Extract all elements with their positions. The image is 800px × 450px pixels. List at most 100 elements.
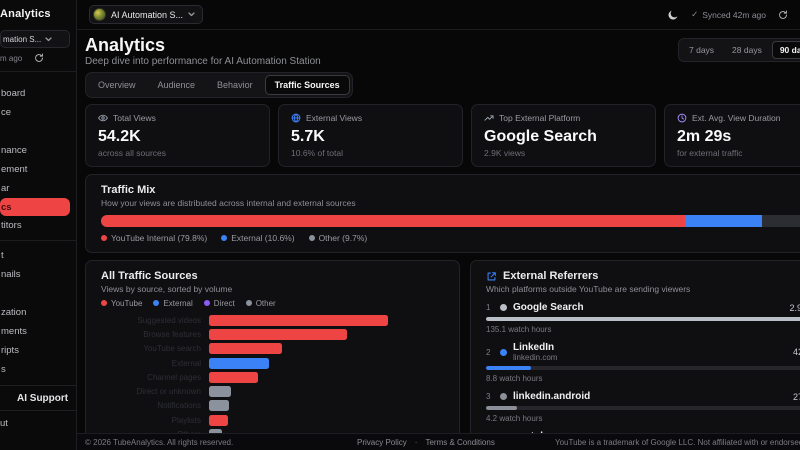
chart-bar[interactable] [209,400,229,412]
sidebar-item[interactable]: s [0,360,76,379]
stat-card: External Views 5.7K 10.6% of total [278,104,463,167]
chart-bar[interactable] [209,343,282,355]
sidebar-item[interactable]: ments [0,322,76,341]
legend-dot [101,235,107,241]
chart-row: Playlists [101,413,444,427]
all-traffic-sources-card: All Traffic Sources Views by source, sor… [85,260,460,450]
sidebar-sync-status: m ago [0,53,76,63]
date-range-button[interactable]: 7 days [681,41,722,59]
chart-bar[interactable] [209,386,231,398]
sidebar-bottom-item[interactable]: ut [0,413,76,433]
legend-dot [203,300,210,306]
legend-item: Direct [203,299,235,308]
chart-bar-label: Browse features [143,329,201,339]
referrer-row[interactable]: 3 linkedin.android 273 views 4.2 watch hour… [486,391,800,423]
dark-mode-toggle-moon-icon[interactable] [667,9,679,21]
app-logo: Analytics [0,8,51,20]
referrer-name-box: LinkedIn linkedin.com [513,342,557,362]
stat-card: Total Views 54.2K across all sources [85,104,270,167]
referrer-progress-fill [486,406,518,410]
traffic-mix-card: Traffic Mix How your views are distribut… [85,174,800,253]
referrer-row[interactable]: 2 LinkedInlinkedin.com 425 views 8.8 watch … [486,342,800,383]
legend-dot [221,235,228,241]
refresh-icon[interactable] [778,9,788,20]
sidebar-item[interactable]: ar [0,179,76,198]
tab-traffic-sources[interactable]: Traffic Sources [264,75,350,95]
legend-label: YouTube Internal (79.8%) [111,233,208,243]
referrer-name: Google Search [513,302,584,313]
chart-bar-label: External [171,358,201,368]
referrer-rank: 2 [486,347,491,357]
sync-time-fragment: m ago [0,53,23,63]
referrer-views: 2.9K views [789,302,800,313]
date-range-button[interactable]: 28 days [724,41,770,59]
legend-label: Other [255,299,276,308]
sidebar-item[interactable]: zation [0,303,76,322]
date-range-button[interactable]: 90 days [771,41,800,59]
stat-sublabel: across all sources [98,148,167,158]
sidebar-item[interactable]: ce [0,103,76,122]
stat-cards-row: Total Views 54.2K across all sources Extern… [85,104,800,167]
chart-row: Channel pages [101,370,444,384]
sources-bar-chart: Suggested videos Browse features YouTube s… [101,313,444,450]
legend-dot [153,300,160,306]
tab-overview[interactable]: Overview [88,75,146,95]
stat-sublabel: 10.6% of total [291,148,343,158]
footer-trademark-note: YouTube is a trademark of Google LLC. No… [555,438,800,447]
legend-item: Other (9.7%) [308,233,367,243]
chart-bar[interactable] [209,371,258,383]
chart-row: External [101,356,444,370]
legend-item: External (10.6%) [221,233,295,243]
stat-sublabel: 2.9K views [484,148,526,158]
chart-bar-label: Direct or unknown [136,387,201,397]
sidebar-item[interactable]: ripts [0,341,76,360]
footer-link[interactable]: Privacy Policy [357,438,407,447]
channel-selector[interactable]: AI Automation S... [89,5,204,24]
chart-bar[interactable] [209,357,269,369]
sidebar-item[interactable]: nails [0,265,76,284]
sidebar-item[interactable]: nance [0,141,76,160]
app-window: Analytics mation S... m ago board ce nance… [0,0,800,450]
chart-row: Direct or unknown [101,384,444,398]
sidebar-item[interactable]: ement [0,160,76,179]
referrers-title: External Referrers [503,270,599,282]
stat-card: Top External Platform Google Search 2.9K v… [471,104,656,167]
chart-bar[interactable] [209,314,388,326]
chart-row: YouTube search [101,342,444,356]
chart-bar[interactable] [209,328,347,340]
stat-card-header: Top External Platform [484,113,643,123]
sidebar-item[interactable]: titors [0,216,76,235]
legend-item: External [153,299,193,308]
platform-dot-icon [500,304,507,311]
platform-dot-icon [500,348,507,356]
refresh-icon[interactable] [34,53,44,63]
legend-dot [101,300,107,306]
analytics-tabs: Overview Audience Behavior Traffic Sources [85,72,353,98]
synced-text: Synced 42m ago [702,9,766,20]
referrers-list: 1 Google Search 2.9K views 135.1 watch hour… [486,302,800,450]
referrer-row[interactable]: 1 Google Search 2.9K views 135.1 watch hour… [486,302,800,334]
traffic-mix-title: Traffic Mix [101,184,156,196]
sidebar-item[interactable]: cs [0,198,70,216]
external-referrers-card: External Referrers Which platforms outsi… [470,260,800,450]
footer-link[interactable]: Terms & Conditions [425,438,494,447]
tab-behavior[interactable]: Behavior [207,75,263,95]
legend-label: Direct [213,299,235,308]
sidebar-nav-primary: board ce nance ement ar cs titors [0,84,76,235]
referrer-views: 425 views [792,347,800,357]
sidebar-item[interactable]: t [0,246,76,265]
sidebar-item[interactable] [0,284,76,303]
sidebar-item[interactable] [0,122,76,141]
stat-label: Ext. Avg. View Duration [692,113,781,123]
referrer-watch-hours: 4.2 watch hours [486,414,543,423]
ai-support-button[interactable]: AI Support [0,385,76,411]
tab-audience[interactable]: Audience [148,75,206,95]
referrer-progress-track [486,366,800,370]
sidebar-channel-selector[interactable]: mation S... [0,30,70,48]
referrer-rank: 1 [486,303,491,312]
referrer-name-box: linkedin.android [513,391,590,402]
chart-bar[interactable] [209,414,228,426]
legend-label: External (10.6%) [231,233,295,243]
sidebar-item[interactable]: board [0,84,76,103]
chart-row: Suggested videos [101,313,444,327]
